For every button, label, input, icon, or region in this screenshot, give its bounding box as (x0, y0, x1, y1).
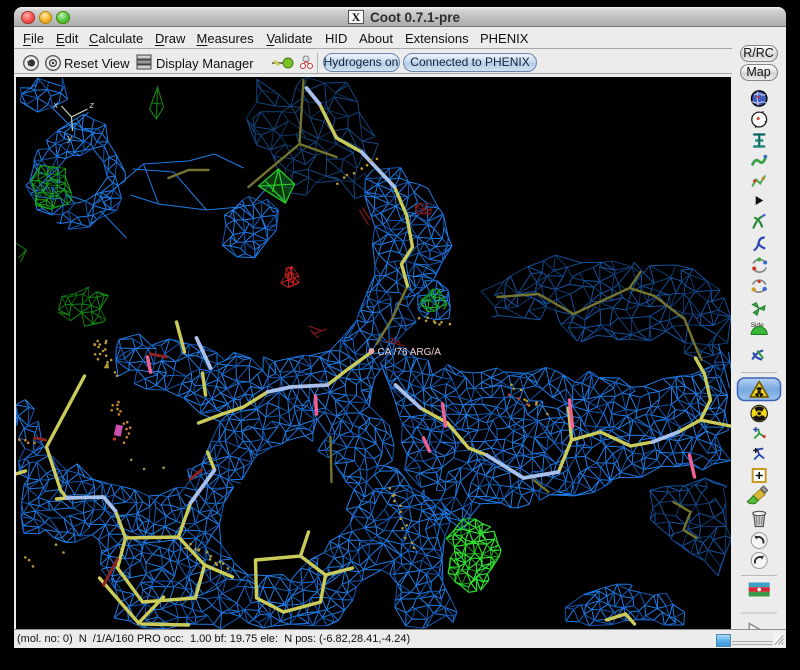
svg-text:x: x (52, 100, 58, 110)
svg-text:CA /76 ARG/A: CA /76 ARG/A (377, 347, 441, 358)
svg-text:y: y (66, 133, 72, 143)
svg-text:z: z (88, 100, 94, 110)
